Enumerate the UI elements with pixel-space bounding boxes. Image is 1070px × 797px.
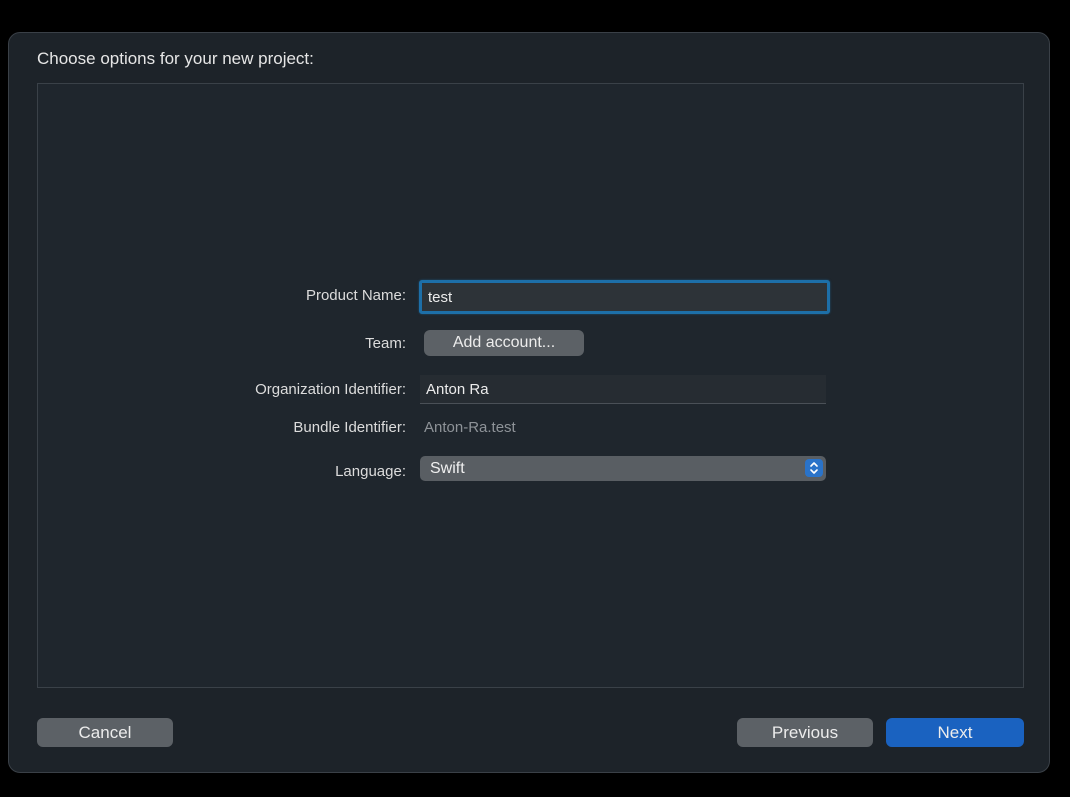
organization-identifier-field[interactable]: Anton Ra bbox=[420, 375, 826, 404]
product-name-value: test bbox=[428, 288, 453, 306]
language-label: Language: bbox=[335, 463, 406, 480]
add-account-button[interactable]: Add account... bbox=[424, 330, 584, 356]
cancel-button[interactable]: Cancel bbox=[37, 718, 173, 747]
bundle-identifier-label: Bundle Identifier: bbox=[293, 419, 406, 436]
next-button[interactable]: Next bbox=[886, 718, 1024, 747]
language-popup[interactable]: Swift bbox=[420, 456, 826, 481]
product-name-label: Product Name: bbox=[305, 287, 406, 304]
language-selected-value: Swift bbox=[430, 459, 465, 477]
organization-identifier-label: Organization Identifier: bbox=[255, 381, 406, 398]
dialog-title: Choose options for your new project: bbox=[37, 49, 314, 68]
options-panel: Product Name: test Team: Add account... … bbox=[37, 83, 1024, 688]
bundle-identifier-value: Anton-Ra.test bbox=[424, 419, 516, 436]
new-project-dialog: Choose options for your new project: Pro… bbox=[8, 32, 1050, 773]
product-name-field[interactable]: test bbox=[419, 280, 830, 314]
previous-button[interactable]: Previous bbox=[737, 718, 873, 747]
chevron-up-down-icon bbox=[805, 459, 823, 477]
team-label: Team: bbox=[365, 335, 406, 352]
organization-identifier-value: Anton Ra bbox=[426, 380, 489, 398]
